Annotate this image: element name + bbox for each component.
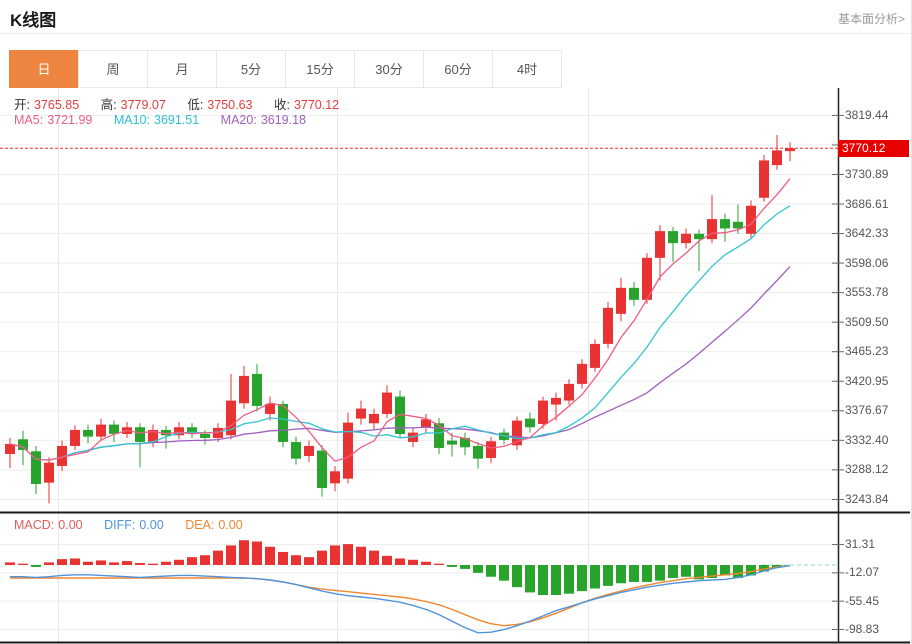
macd-axis-label: -12.07 [845, 565, 879, 579]
current-price-tag: 3770.12 [838, 140, 909, 157]
price-axis-label: 3553.78 [845, 285, 888, 299]
macd-legend: MACD: 0.00 DIFF: 0.00 DEA: 0.00 [14, 518, 247, 532]
tab-period-0[interactable]: 日 [9, 50, 79, 88]
tab-period-2[interactable]: 月 [147, 50, 217, 88]
open-value: 3765.85 [34, 98, 79, 112]
macd-value: 0.00 [58, 518, 82, 532]
macd-label: MACD: [14, 518, 54, 532]
diff-value: 0.00 [139, 518, 163, 532]
price-axis-label: 3243.84 [845, 492, 888, 506]
low-value: 3750.63 [207, 98, 252, 112]
tab-period-7[interactable]: 4时 [492, 50, 562, 88]
price-axis-label: 3509.50 [845, 315, 888, 329]
low-label: 低: [187, 98, 203, 112]
ma10-value: 3691.51 [154, 113, 199, 127]
ma5-value: 3721.99 [47, 113, 92, 127]
tab-period-5[interactable]: 30分 [354, 50, 424, 88]
price-axis-label: 3598.06 [845, 256, 888, 270]
grid-lines [0, 88, 838, 642]
macd-pane [5, 540, 838, 633]
kline-page: K线图 基本面分析> 日周月5分15分30分60分4时 3819.443730.… [0, 0, 912, 644]
dea-value: 0.00 [218, 518, 242, 532]
tab-period-6[interactable]: 60分 [423, 50, 493, 88]
period-tab-bar: 日周月5分15分30分60分4时 [10, 50, 562, 88]
candlestick-series [5, 135, 795, 503]
high-value: 3779.07 [121, 98, 166, 112]
open-label: 开: [14, 98, 30, 112]
ma20-label: MA20: [221, 113, 257, 127]
price-axis-label: 3420.95 [845, 374, 888, 388]
dea-label: DEA: [185, 518, 214, 532]
diff-label: DIFF: [104, 518, 135, 532]
close-value: 3770.12 [294, 98, 339, 112]
price-axis-label: 3686.61 [845, 197, 888, 211]
tab-period-1[interactable]: 周 [78, 50, 148, 88]
price-axis-label: 3376.67 [845, 403, 888, 417]
ma10-label: MA10: [114, 113, 150, 127]
axes [0, 88, 910, 643]
price-axis-label: 3730.89 [845, 167, 888, 181]
price-axis-label: 3288.12 [845, 462, 888, 476]
price-axis-label: 3642.33 [845, 226, 888, 240]
close-label: 收: [274, 98, 290, 112]
ma20-value: 3619.18 [261, 113, 306, 127]
macd-axis-label: -98.83 [845, 622, 879, 636]
price-axis-label: 3819.44 [845, 108, 888, 122]
price-axis-label: 3332.40 [845, 433, 888, 447]
tab-period-4[interactable]: 15分 [285, 50, 355, 88]
macd-axis-label: 31.31 [845, 537, 875, 551]
price-axis-label: 3465.23 [845, 344, 888, 358]
tab-period-3[interactable]: 5分 [216, 50, 286, 88]
macd-axis-label: -55.45 [845, 594, 879, 608]
high-label: 高: [101, 98, 117, 112]
ma5-label: MA5: [14, 113, 43, 127]
ma-legend: MA5: 3721.99 MA10: 3691.51 MA20: 3619.18 [14, 113, 310, 127]
ohlc-legend: 开: 3765.85 高: 3779.07 低: 3750.63 收: 3770.12 [14, 94, 343, 113]
